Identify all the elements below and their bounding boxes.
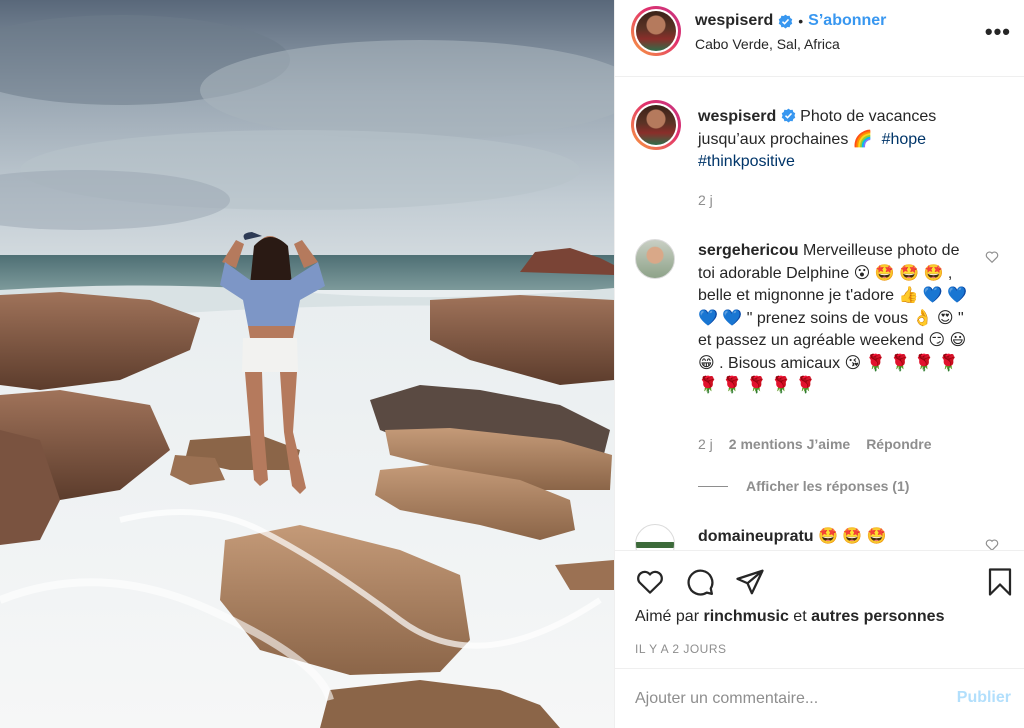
view-replies-button[interactable]: Afficher les réponses (1) (698, 478, 909, 494)
beach-photo-illustration (0, 0, 614, 728)
liked-by-others[interactable]: autres personnes (811, 608, 944, 625)
post-location[interactable]: Cabo Verde, Sal, Africa (695, 36, 840, 52)
follow-button[interactable]: S’abonner (808, 12, 886, 30)
heart-icon[interactable] (635, 567, 665, 597)
commenter-avatar[interactable] (635, 239, 675, 279)
author-username[interactable]: wespiserd (695, 12, 773, 30)
liked-by-and: et (793, 608, 807, 625)
verified-badge-icon (781, 108, 795, 123)
comment-meta: 2 j 2 mentions J’aime Répondre (698, 436, 932, 452)
publish-button[interactable]: Publier (957, 689, 1011, 707)
post-actions-footer: Aimé par rinchmusic et autres personnes … (615, 550, 1024, 728)
hashtag-thinkpositive[interactable]: #thinkpositive (698, 153, 795, 170)
instagram-post-view: wespiserd • S’abonner Cabo Verde, Sal, A… (0, 0, 1024, 728)
comment-username[interactable]: domaineupratu (698, 528, 814, 545)
replies-divider (698, 485, 728, 487)
view-replies-label: Afficher les réponses (1) (746, 478, 910, 494)
comment-text: domaineupratu 🤩 🤩 🤩 (698, 526, 970, 549)
separator-dot: • (798, 13, 804, 29)
comment-likes-count[interactable]: 2 mentions J’aime (729, 436, 850, 452)
liked-by-prefix: Aimé par (635, 608, 700, 625)
comments-list[interactable]: wespiserd Photo de vacances jusqu’aux pr… (615, 78, 1024, 550)
commenter-avatar[interactable] (635, 524, 675, 550)
comment-icon[interactable] (685, 567, 715, 597)
liked-by-line: Aimé par rinchmusic et autres personnes (635, 608, 944, 626)
caption-text: wespiserd Photo de vacances jusqu’aux pr… (698, 106, 998, 174)
caption-meta: 2 j (698, 192, 713, 208)
post-timestamp[interactable]: IL Y A 2 JOURS (635, 642, 727, 656)
hashtag-hope[interactable]: #hope (882, 131, 927, 148)
post-header: wespiserd • S’abonner Cabo Verde, Sal, A… (615, 0, 1024, 77)
reply-button[interactable]: Répondre (866, 436, 931, 452)
comment-age[interactable]: 2 j (698, 436, 713, 452)
more-options-icon[interactable]: ••• (985, 21, 1011, 43)
caption-username[interactable]: wespiserd (698, 108, 776, 125)
liked-by-user[interactable]: rinchmusic (703, 608, 788, 625)
bookmark-icon[interactable] (985, 567, 1015, 597)
comment-body: Merveilleuse photo de toi adorable Delph… (698, 242, 968, 394)
comment-body: 🤩 🤩 🤩 (818, 528, 887, 545)
caption-age[interactable]: 2 j (698, 192, 713, 208)
verified-badge-icon (779, 14, 793, 28)
comment-input[interactable] (635, 687, 935, 711)
comment-like-heart-icon[interactable] (985, 538, 999, 550)
post-side-panel: wespiserd • S’abonner Cabo Verde, Sal, A… (614, 0, 1024, 728)
comment-like-heart-icon[interactable] (985, 250, 999, 264)
comment-username[interactable]: sergehericou (698, 242, 798, 259)
author-line: wespiserd • S’abonner (695, 12, 886, 30)
caption-author-avatar[interactable] (631, 100, 681, 150)
add-comment-bar: Publier (615, 668, 1024, 728)
post-photo[interactable] (0, 0, 614, 728)
share-icon[interactable] (735, 567, 765, 597)
author-avatar[interactable] (631, 6, 681, 56)
comment-text: sergehericou Merveilleuse photo de toi a… (698, 240, 970, 398)
